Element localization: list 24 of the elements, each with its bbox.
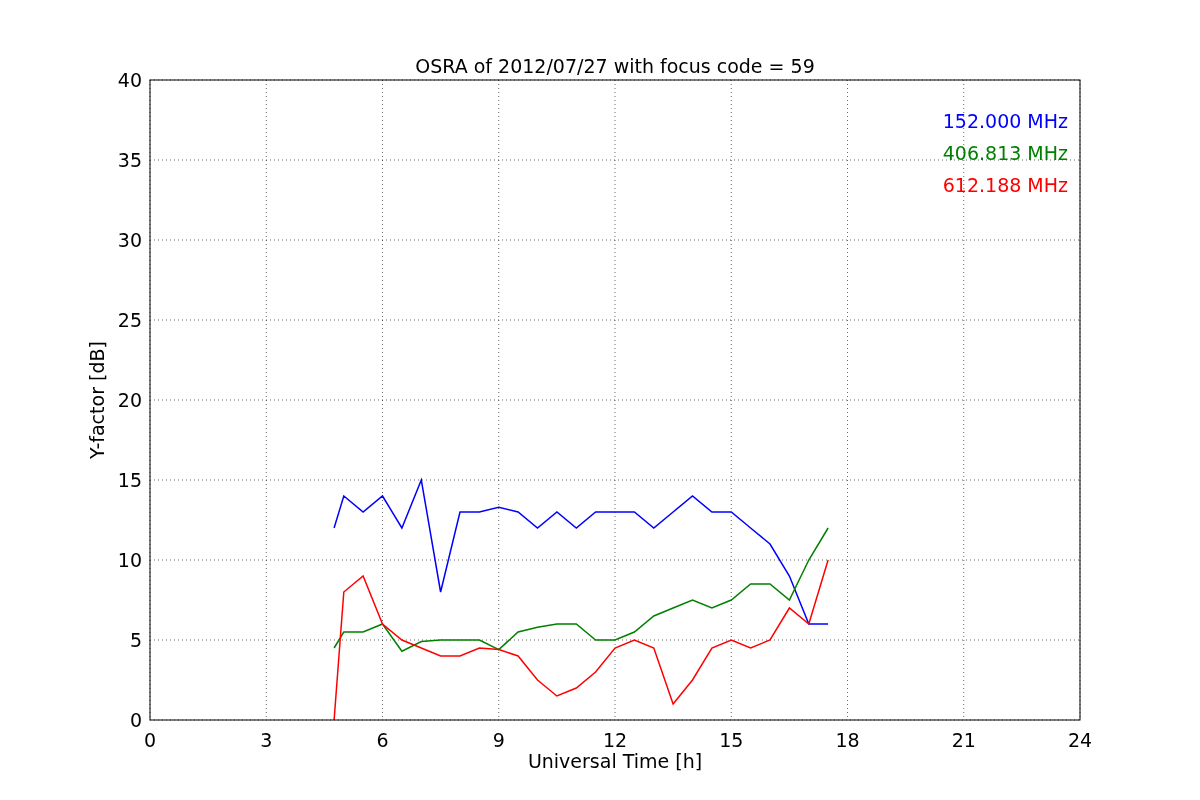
tick-label: 18 [835, 729, 860, 751]
tick-label: 10 [117, 549, 142, 571]
tick-label: 6 [376, 729, 389, 751]
tick-label: 12 [602, 729, 628, 751]
tick-label: 9 [492, 729, 505, 751]
tick-label: 5 [129, 629, 142, 651]
tick-label: 25 [117, 309, 142, 331]
legend-label: 152.000 MHz [942, 110, 1068, 132]
tick-label: 40 [117, 69, 142, 91]
tick-label: 21 [951, 729, 976, 751]
tick-label: 15 [117, 469, 142, 491]
tick-label: 15 [719, 729, 744, 751]
tick-label: 0 [129, 709, 142, 731]
tick-label: 24 [1067, 729, 1093, 751]
legend-label: 406.813 MHz [942, 142, 1068, 164]
tick-label: 3 [260, 729, 273, 751]
tick-label: 30 [117, 229, 142, 251]
tick-label: 0 [143, 729, 157, 751]
tick-label: 20 [117, 389, 142, 411]
tick-label: 35 [117, 149, 142, 171]
legend-label: 612.188 MHz [942, 174, 1068, 196]
y-axis-label: Y-factor [dB] [86, 341, 108, 459]
chart-title: OSRA of 2012/07/27 with focus code = 59 [415, 55, 815, 77]
x-axis-label: Universal Time [h] [527, 750, 703, 772]
